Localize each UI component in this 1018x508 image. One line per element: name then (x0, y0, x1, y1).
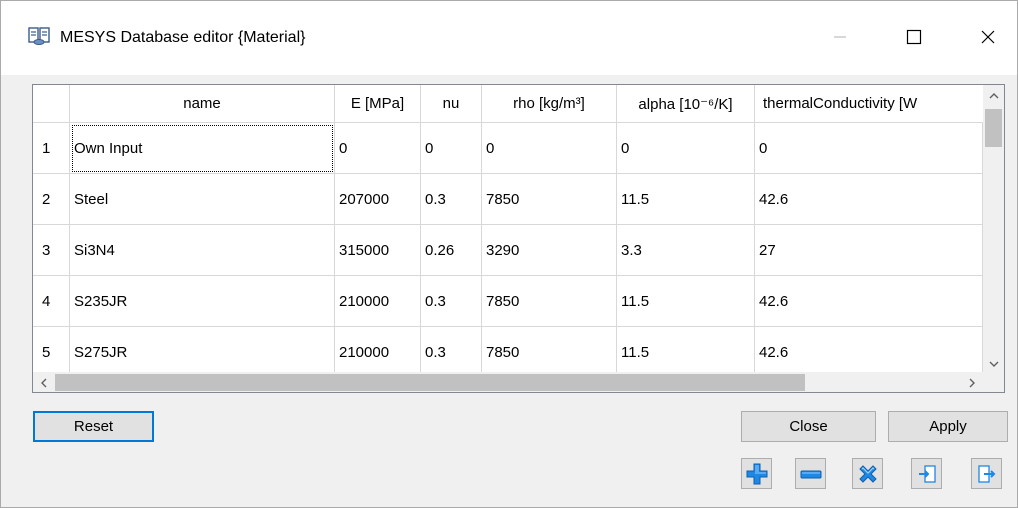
table-cell[interactable]: 7850 (482, 174, 617, 225)
table-cell[interactable]: 11.5 (617, 276, 755, 327)
close-button[interactable]: Close (741, 411, 876, 442)
table-cell[interactable]: 0 (335, 123, 421, 174)
table-cell[interactable]: S235JR (70, 276, 335, 327)
close-window-button[interactable] (965, 19, 1011, 55)
table-cell[interactable]: 3290 (482, 225, 617, 276)
minimize-button[interactable] (817, 19, 863, 55)
apply-button[interactable]: Apply (888, 411, 1008, 442)
export-button[interactable] (971, 458, 1002, 489)
reset-button[interactable]: Reset (33, 411, 154, 442)
chevron-down-icon (989, 361, 998, 367)
table-cell[interactable]: 3.3 (617, 225, 755, 276)
chevron-left-icon (40, 378, 46, 387)
delete-button[interactable] (852, 458, 883, 489)
scrollbar-corner (983, 372, 1004, 392)
import-icon (918, 464, 936, 483)
add-row-button[interactable] (741, 458, 772, 489)
column-header-alpha[interactable]: alpha [10⁻⁶/K] (617, 85, 755, 123)
remove-row-button[interactable] (795, 458, 826, 489)
table-cell[interactable]: 42.6 (755, 174, 983, 225)
column-header-e[interactable]: E [MPa] (335, 85, 421, 123)
scroll-down-button[interactable] (983, 353, 1004, 374)
scroll-left-button[interactable] (33, 372, 54, 392)
table-cell[interactable]: 7850 (482, 276, 617, 327)
table-cell[interactable]: S275JR (70, 327, 335, 378)
scroll-up-button[interactable] (983, 85, 1004, 106)
column-header-thermal-conductivity[interactable]: thermalConductivity [W (755, 85, 983, 123)
export-icon (977, 464, 995, 483)
row-header[interactable]: 5 (33, 327, 70, 378)
table-cell[interactable]: Si3N4 (70, 225, 335, 276)
table-cell[interactable]: 210000 (335, 327, 421, 378)
table-cell[interactable]: 11.5 (617, 174, 755, 225)
horizontal-scroll-thumb[interactable] (55, 374, 805, 391)
table-cell[interactable]: 7850 (482, 327, 617, 378)
table-cell[interactable]: 42.6 (755, 276, 983, 327)
row-header[interactable]: 1 (33, 123, 70, 174)
row-header[interactable]: 3 (33, 225, 70, 276)
table-cell[interactable]: 210000 (335, 276, 421, 327)
table-cell[interactable]: 42.6 (755, 327, 983, 378)
add-row-icon (746, 463, 767, 484)
column-header-nu[interactable]: nu (421, 85, 482, 123)
table-cell[interactable]: 0 (617, 123, 755, 174)
database-editor-window: MESYS Database editor {Material} name E … (0, 0, 1018, 508)
material-table[interactable]: name E [MPa] nu rho [kg/m³] alpha [10⁻⁶/… (32, 84, 1005, 393)
table-cell[interactable]: 0.3 (421, 276, 482, 327)
table-corner[interactable] (33, 85, 70, 123)
table-cell[interactable]: 0.3 (421, 327, 482, 378)
remove-row-icon (800, 470, 821, 478)
database-icon (28, 27, 50, 45)
table-cell[interactable]: 0 (755, 123, 983, 174)
column-header-rho[interactable]: rho [kg/m³] (482, 85, 617, 123)
title-bar: MESYS Database editor {Material} (1, 1, 1017, 75)
column-header-name[interactable]: name (70, 85, 335, 123)
table-cell[interactable]: 207000 (335, 174, 421, 225)
chevron-right-icon (969, 378, 975, 387)
close-icon (981, 30, 995, 44)
table-cell[interactable]: 11.5 (617, 327, 755, 378)
minimize-icon (834, 36, 846, 38)
scroll-right-button[interactable] (961, 372, 982, 392)
window-title: MESYS Database editor {Material} (60, 29, 306, 46)
row-header[interactable]: 2 (33, 174, 70, 225)
maximize-icon (906, 29, 922, 45)
chevron-up-icon (989, 92, 998, 98)
table-cell[interactable]: Own Input (70, 123, 335, 174)
table-cell[interactable]: Steel (70, 174, 335, 225)
table-cell[interactable]: 0 (421, 123, 482, 174)
table-cell[interactable]: 315000 (335, 225, 421, 276)
row-header[interactable]: 4 (33, 276, 70, 327)
delete-icon (858, 464, 877, 483)
maximize-button[interactable] (891, 19, 937, 55)
vertical-scroll-thumb[interactable] (985, 109, 1002, 147)
import-button[interactable] (911, 458, 942, 489)
table-cell[interactable]: 0.26 (421, 225, 482, 276)
table-cell[interactable]: 0 (482, 123, 617, 174)
table-cell[interactable]: 0.3 (421, 174, 482, 225)
vertical-scrollbar[interactable] (983, 85, 1004, 374)
table-cell[interactable]: 27 (755, 225, 983, 276)
horizontal-scrollbar[interactable] (33, 372, 983, 392)
